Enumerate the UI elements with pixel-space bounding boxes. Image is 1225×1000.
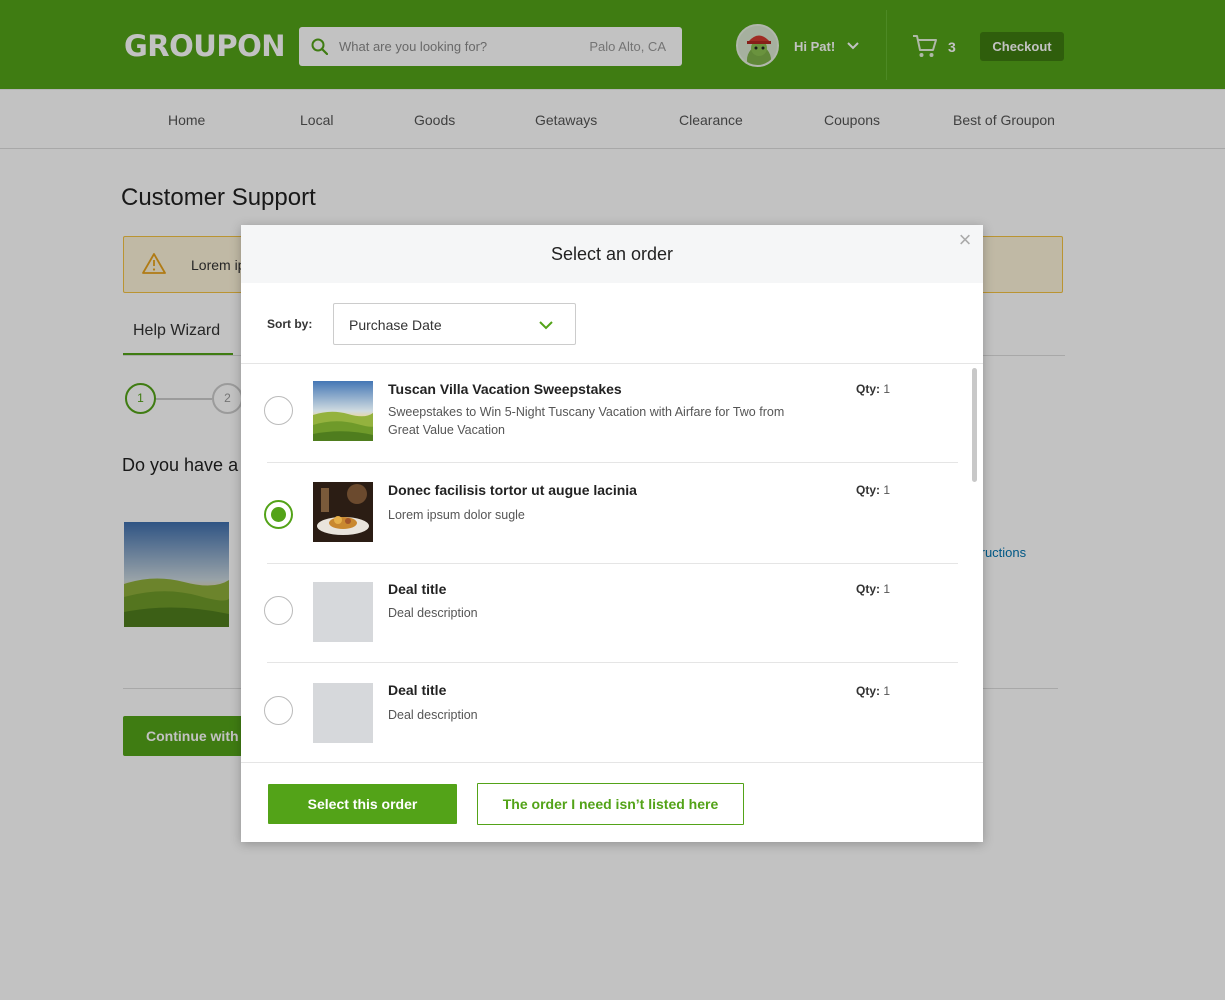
order-radio-selected[interactable]	[264, 500, 293, 529]
list-item[interactable]: Donec facilisis tortor ut augue lacinia …	[264, 463, 958, 563]
modal-header: Select an order ×	[241, 225, 983, 283]
qty-value: 1	[883, 382, 891, 396]
modal-title: Select an order	[550, 244, 674, 264]
order-list[interactable]: Tuscan Villa Vacation Sweepstakes Sweeps…	[241, 364, 983, 762]
order-qty: Qty: 1	[856, 684, 890, 698]
order-title: Deal title	[388, 682, 447, 698]
order-thumbnail-placeholder	[313, 683, 373, 743]
list-item[interactable]: Deal title Deal description Qty: 1	[264, 663, 958, 762]
qty-label: Qty:	[856, 483, 880, 497]
order-qty: Qty: 1	[856, 483, 890, 497]
order-description: Sweepstakes to Win 5-Night Tuscany Vacat…	[388, 405, 785, 437]
order-radio[interactable]	[264, 596, 293, 625]
list-item[interactable]: Tuscan Villa Vacation Sweepstakes Sweeps…	[264, 364, 958, 462]
qty-label: Qty:	[856, 382, 880, 396]
order-thumbnail-placeholder	[313, 582, 373, 642]
order-qty: Qty: 1	[856, 582, 890, 596]
order-title: Deal title	[388, 581, 447, 597]
sort-value: Purchase Date	[349, 317, 442, 333]
order-description: Lorem ipsum dolor sugle	[388, 508, 525, 522]
order-description: Deal description	[388, 708, 478, 722]
qty-value: 1	[883, 582, 891, 596]
select-order-button[interactable]: Select this order	[268, 784, 457, 824]
order-description: Deal description	[388, 606, 478, 620]
qty-value: 1	[883, 483, 891, 497]
sort-label: Sort by:	[267, 317, 313, 331]
qty-label: Qty:	[856, 582, 880, 596]
select-order-modal: Select an order × Sort by: Purchase Date	[241, 225, 983, 842]
chevron-down-icon	[539, 321, 553, 330]
order-qty: Qty: 1	[856, 382, 890, 396]
order-title: Tuscan Villa Vacation Sweepstakes	[388, 381, 622, 397]
list-item[interactable]: Deal title Deal description Qty: 1	[264, 564, 958, 662]
footer-divider	[241, 762, 983, 763]
order-title: Donec facilisis tortor ut augue lacinia	[388, 482, 637, 498]
sort-dropdown[interactable]: Purchase Date	[333, 303, 576, 345]
order-thumbnail	[313, 381, 373, 441]
qty-value: 1	[883, 684, 891, 698]
order-not-listed-button[interactable]: The order I need isn’t listed here	[477, 783, 744, 825]
order-thumbnail	[313, 482, 373, 542]
order-radio[interactable]	[264, 396, 293, 425]
close-icon[interactable]: ×	[957, 229, 973, 251]
qty-label: Qty:	[856, 684, 880, 698]
scrollbar[interactable]	[972, 368, 977, 482]
order-radio[interactable]	[264, 696, 293, 725]
